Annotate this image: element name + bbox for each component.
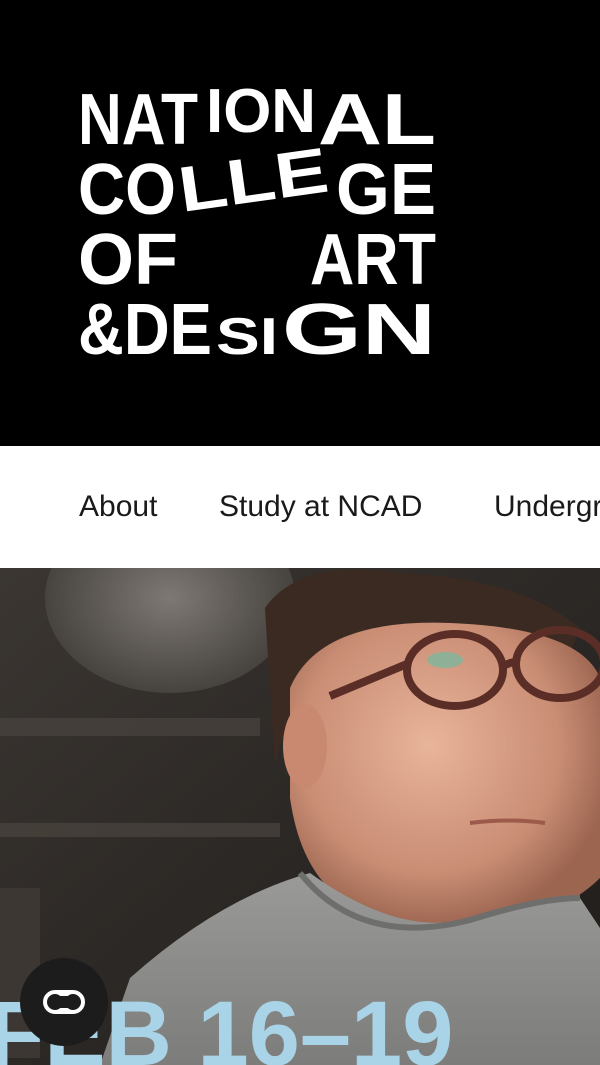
svg-text:&DE: &DE bbox=[78, 290, 212, 358]
svg-text:CO: CO bbox=[78, 150, 176, 230]
svg-text:OF: OF bbox=[78, 220, 178, 300]
svg-text:SI: SI bbox=[216, 308, 278, 358]
svg-text:NAT: NAT bbox=[78, 82, 198, 160]
logo-wordmark: NAT ION AL CO LLE GE OF ART &DE SI GN bbox=[78, 82, 436, 358]
svg-text:ART: ART bbox=[310, 220, 436, 300]
svg-text:AL: AL bbox=[318, 82, 436, 160]
nav-item-about[interactable]: About bbox=[79, 446, 157, 568]
svg-text:GN: GN bbox=[282, 290, 436, 358]
site-header: NAT ION AL CO LLE GE OF ART &DE SI GN bbox=[0, 0, 600, 446]
nav-item-undergraduate[interactable]: Undergraduate bbox=[494, 446, 600, 568]
main-nav: About Study at NCAD Undergraduate bbox=[0, 446, 600, 568]
nav-item-study-at-ncad[interactable]: Study at NCAD bbox=[219, 446, 422, 568]
ncad-logo[interactable]: NAT ION AL CO LLE GE OF ART &DE SI GN bbox=[78, 82, 438, 358]
cookie-settings-icon bbox=[43, 990, 85, 1014]
svg-text:GE: GE bbox=[336, 150, 436, 230]
cookie-settings-button[interactable] bbox=[20, 958, 108, 1046]
